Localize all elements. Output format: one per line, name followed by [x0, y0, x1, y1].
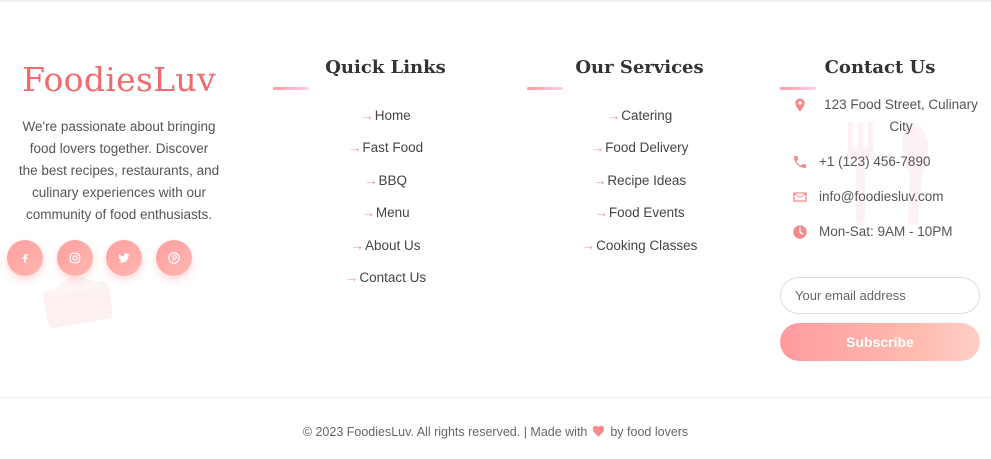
list-item: →About Us	[272, 236, 499, 268]
arrow-right-icon: →	[581, 237, 596, 253]
heart-icon	[592, 425, 605, 437]
services-column: Our Services →Catering →Food Delivery →R…	[526, 0, 753, 268]
link-label: About Us	[364, 237, 421, 253]
brand-column: FoodiesLuv We're passionate about bringi…	[12, 0, 226, 226]
contact-column: Contact Us 123 Food Street, Culinary Cit…	[780, 0, 980, 256]
link-label: Fast Food	[362, 140, 424, 156]
services-list: →Catering →Food Delivery →Recipe Ideas →…	[526, 106, 753, 268]
heading-underline	[273, 87, 309, 90]
contact-hours: Mon-Sat: 9AM - 10PM	[780, 221, 980, 256]
link-label: Menu	[375, 205, 410, 221]
link-menu[interactable]: →Menu	[361, 205, 409, 220]
link-recipe-ideas[interactable]: →Recipe Ideas	[593, 173, 686, 188]
link-label: Cooking Classes	[596, 237, 698, 253]
list-item: →Cooking Classes	[526, 236, 753, 268]
contact-heading: Contact Us	[824, 57, 936, 78]
link-food-events[interactable]: →Food Events	[594, 205, 684, 220]
subscribe-button[interactable]: Subscribe	[780, 323, 980, 361]
list-item: →Menu	[272, 203, 499, 235]
envelope-icon	[793, 192, 807, 202]
phone-text[interactable]: +1 (123) 456-7890	[819, 151, 930, 173]
link-contact-us[interactable]: →Contact Us	[345, 270, 426, 285]
arrow-right-icon: →	[592, 172, 607, 188]
quick-links-heading: Quick Links	[325, 57, 446, 78]
link-about-us[interactable]: →About Us	[350, 238, 420, 253]
map-pin-icon	[795, 98, 805, 112]
phone-icon	[794, 156, 806, 168]
arrow-right-icon: →	[363, 172, 378, 188]
about-line: the best recipes, restaurants, and	[18, 163, 220, 178]
arrow-right-icon: →	[590, 140, 605, 156]
link-label: Food Delivery	[605, 140, 689, 156]
arrow-right-icon: →	[361, 205, 375, 221]
heading-underline	[780, 87, 816, 90]
arrow-right-icon: →	[347, 140, 362, 156]
link-bbq[interactable]: →BBQ	[364, 173, 407, 188]
about-line: We're passionate about bringing	[22, 119, 216, 134]
list-item: →Recipe Ideas	[526, 171, 753, 203]
brand-description: We're passionate about bringing food lov…	[12, 116, 226, 226]
link-label: Catering	[621, 108, 673, 123]
clock-icon	[793, 225, 807, 239]
brand-logo[interactable]: FoodiesLuv	[12, 58, 226, 102]
copyright-suffix: by food lovers	[610, 425, 689, 439]
hours-text: Mon-Sat: 9AM - 10PM	[819, 224, 953, 239]
link-label: Contact Us	[359, 269, 427, 285]
link-label: Food Events	[608, 205, 685, 221]
arrow-right-icon: →	[344, 269, 359, 285]
list-item: →Catering	[526, 106, 753, 138]
copyright-prefix: © 2023 FoodiesLuv. All rights reserved. …	[302, 425, 588, 439]
footer-divider	[0, 397, 991, 398]
instagram-icon[interactable]	[57, 240, 93, 276]
arrow-right-icon: →	[350, 237, 364, 253]
arrow-right-icon: →	[594, 205, 608, 221]
contact-address: 123 Food Street, Culinary City	[780, 94, 980, 151]
contact-email: info@foodiesluv.com	[780, 186, 980, 221]
about-line: food lovers together. Discover	[29, 141, 209, 156]
social-links	[6, 240, 226, 280]
arrow-right-icon: →	[606, 108, 621, 123]
address-text: 123 Food Street, Culinary City	[824, 97, 978, 134]
link-label: Home	[374, 108, 411, 123]
heading-underline	[527, 87, 563, 90]
about-line: community of food enthusiasts.	[25, 207, 213, 222]
pinterest-icon[interactable]	[156, 240, 192, 276]
list-item: →Fast Food	[272, 138, 499, 170]
link-label: BBQ	[378, 172, 407, 188]
about-line: culinary experiences with our	[31, 185, 207, 200]
link-fast-food[interactable]: →Fast Food	[348, 140, 423, 155]
list-item: →Food Delivery	[526, 138, 753, 170]
list-item: →Contact Us	[272, 268, 499, 300]
email-text[interactable]: info@foodiesluv.com	[819, 186, 944, 208]
link-cooking-classes[interactable]: →Cooking Classes	[582, 238, 698, 253]
twitter-icon[interactable]	[106, 240, 142, 276]
facebook-icon[interactable]	[7, 240, 43, 276]
link-catering[interactable]: →Catering	[607, 108, 673, 123]
quick-links-list: →Home →Fast Food →BBQ →Menu →About Us →C…	[272, 106, 499, 300]
arrow-right-icon: →	[360, 108, 374, 123]
quick-links-column: Quick Links →Home →Fast Food →BBQ →Menu …	[272, 0, 499, 300]
link-home[interactable]: →Home	[360, 108, 411, 123]
link-label: Recipe Ideas	[607, 172, 687, 188]
newsletter-email-input[interactable]	[780, 277, 980, 314]
link-food-delivery[interactable]: →Food Delivery	[591, 140, 689, 155]
contact-phone: +1 (123) 456-7890	[780, 151, 980, 186]
list-item: →BBQ	[272, 171, 499, 203]
copyright: © 2023 FoodiesLuv. All rights reserved. …	[0, 423, 991, 441]
list-item: →Home	[272, 106, 499, 138]
list-item: →Food Events	[526, 203, 753, 235]
contact-list: 123 Food Street, Culinary City +1 (123) …	[780, 94, 980, 256]
services-heading: Our Services	[575, 57, 704, 78]
